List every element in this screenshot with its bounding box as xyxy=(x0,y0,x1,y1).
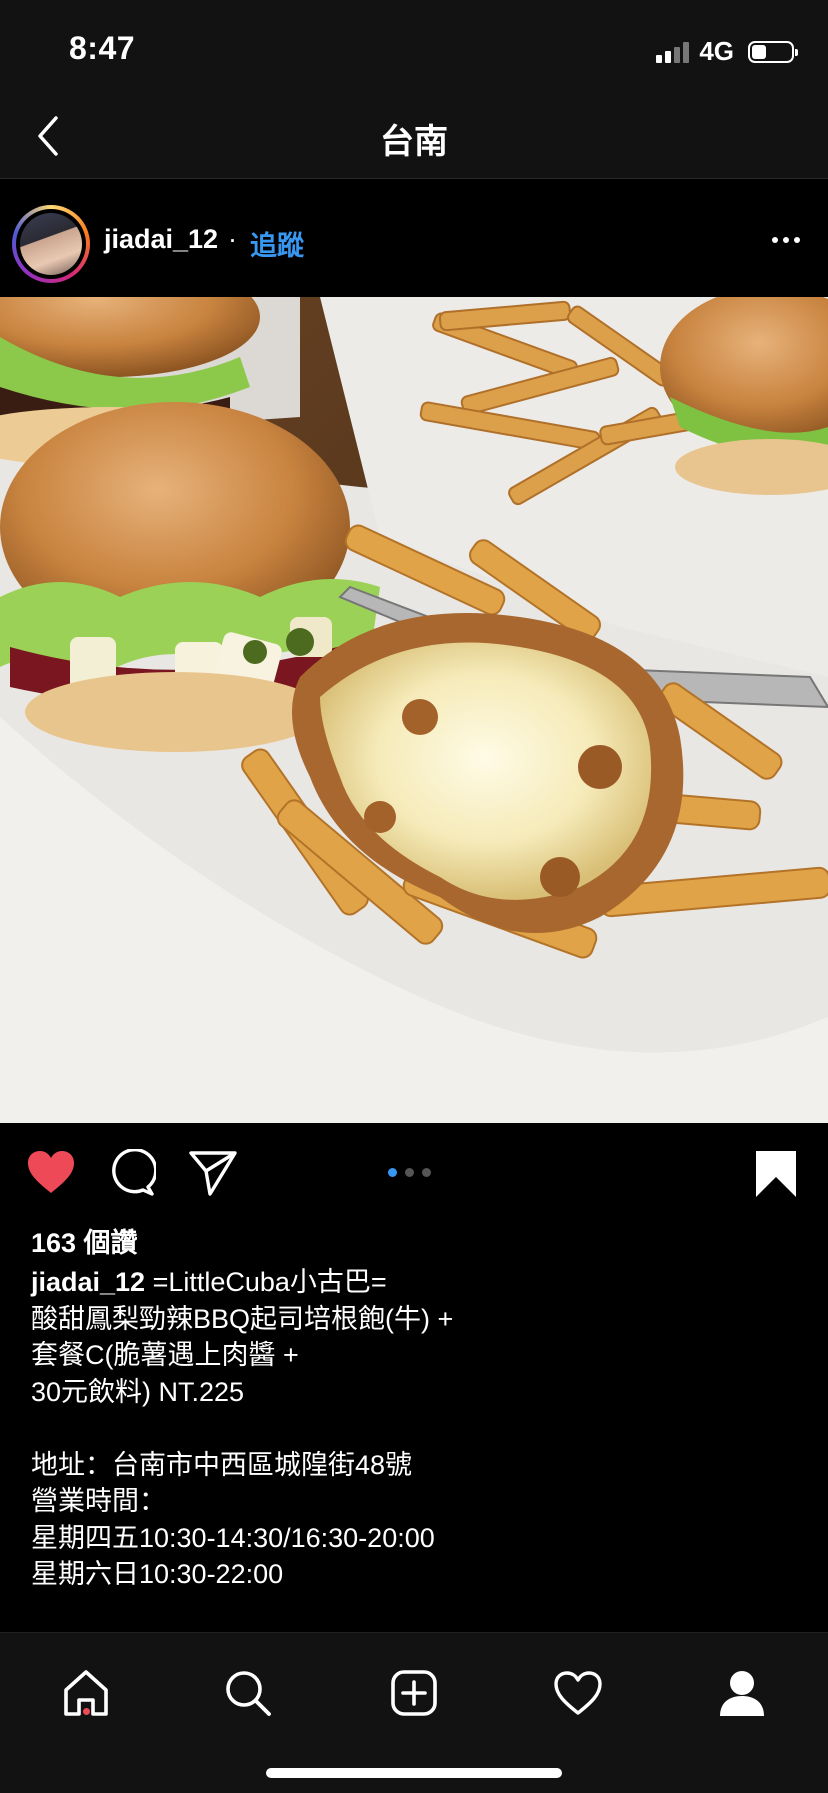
search-icon xyxy=(226,1671,271,1716)
caption-username[interactable]: jiadai_12 xyxy=(31,1267,145,1297)
page-title: 台南 xyxy=(380,123,448,161)
profile-icon xyxy=(720,1671,764,1716)
post-actions xyxy=(0,1123,828,1223)
post-header: jiadai_12 · 追蹤 xyxy=(0,179,828,297)
post-photo[interactable] xyxy=(0,297,828,1123)
comment-button[interactable] xyxy=(108,1147,158,1202)
network-type: 4G xyxy=(699,36,734,66)
save-button[interactable] xyxy=(754,1149,798,1204)
new-post-icon xyxy=(391,1670,437,1716)
status-time: 8:47 xyxy=(69,30,136,66)
tab-search[interactable] xyxy=(208,1653,288,1733)
food-photo xyxy=(0,297,828,1123)
nav-header: 台南 xyxy=(0,96,828,179)
likes-count[interactable]: 163 個讚 xyxy=(31,1221,138,1260)
signal-icon xyxy=(656,41,690,63)
carousel-indicator xyxy=(388,1168,431,1177)
share-button[interactable] xyxy=(188,1149,238,1202)
post-caption: jiadai_12 =LittleCuba小古巴= 酸甜鳳梨勁辣BBQ起司培根飽… xyxy=(31,1264,801,1593)
notification-dot xyxy=(83,1708,90,1715)
avatar[interactable] xyxy=(12,205,90,283)
like-button[interactable] xyxy=(26,1149,76,1200)
post-username[interactable]: jiadai_12 xyxy=(104,224,218,255)
carousel-dot xyxy=(422,1168,431,1177)
activity-heart-icon xyxy=(554,1671,602,1715)
comment-icon xyxy=(112,1147,158,1196)
status-bar: 8:47 4G xyxy=(0,0,828,96)
battery-icon xyxy=(748,40,798,63)
caption-text: =LittleCuba小古巴= 酸甜鳳梨勁辣BBQ起司培根飽(牛) + 套餐C(… xyxy=(31,1267,454,1589)
tab-profile[interactable] xyxy=(702,1653,782,1733)
tab-activity[interactable] xyxy=(538,1653,618,1733)
heart-filled-icon xyxy=(28,1151,74,1193)
follow-button[interactable]: 追蹤 xyxy=(250,224,304,263)
tab-bar xyxy=(0,1632,828,1793)
separator-dot: · xyxy=(228,224,237,254)
tab-new-post[interactable] xyxy=(374,1653,454,1733)
send-icon xyxy=(189,1151,237,1196)
bookmark-filled-icon xyxy=(756,1151,796,1197)
carousel-dot xyxy=(388,1168,397,1177)
tab-home[interactable] xyxy=(46,1653,126,1733)
carousel-dot xyxy=(405,1168,414,1177)
home-indicator xyxy=(266,1768,562,1778)
more-options-icon[interactable] xyxy=(772,237,800,243)
